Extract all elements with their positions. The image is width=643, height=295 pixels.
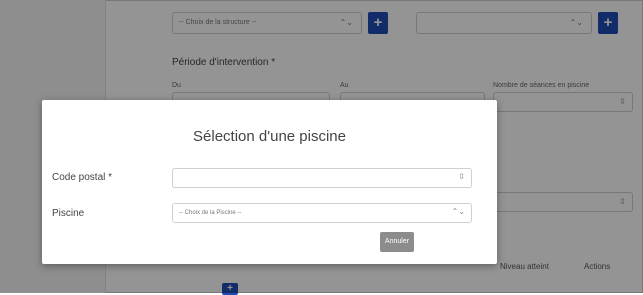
chevron-updown-icon: ⌃⌄ xyxy=(451,207,465,216)
postal-code-label: Code postal * xyxy=(52,172,113,183)
piscine-label: Piscine xyxy=(52,208,85,219)
piscine-select-value: -- Choix de la Piscine -- xyxy=(179,210,242,216)
piscine-selection-modal: Sélection d'une piscine Code postal * ⇳ … xyxy=(42,100,497,264)
cancel-button[interactable]: Annuler xyxy=(380,232,414,252)
spinner-icon: ⇳ xyxy=(458,172,465,181)
piscine-select[interactable]: -- Choix de la Piscine -- ⌃⌄ xyxy=(172,203,472,223)
postal-code-input[interactable]: ⇳ xyxy=(172,168,472,188)
modal-title: Sélection d'une piscine xyxy=(193,128,346,145)
